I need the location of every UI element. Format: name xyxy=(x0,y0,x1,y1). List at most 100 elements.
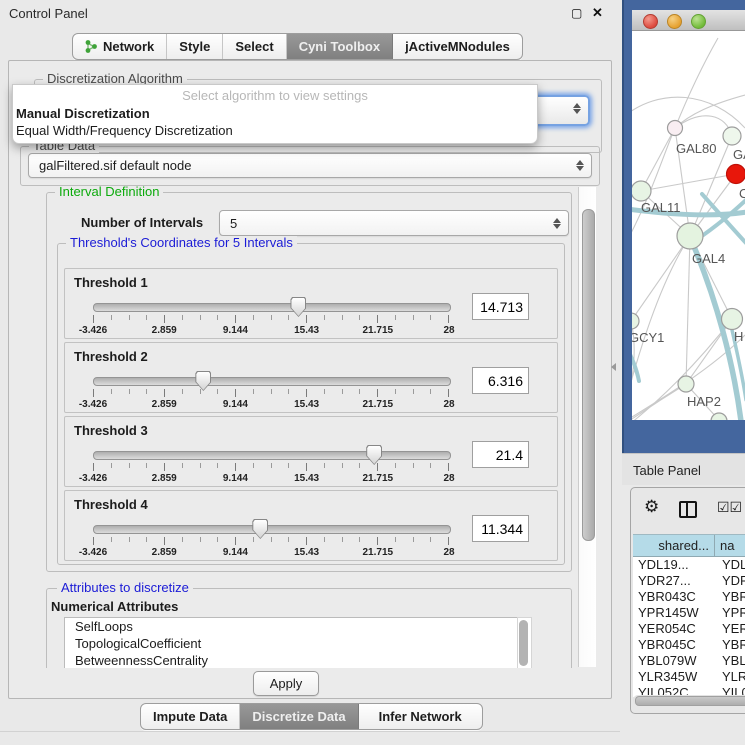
table-row[interactable]: YPR145WYPR1 xyxy=(633,605,745,621)
cell-shared-name[interactable]: YBR045C xyxy=(633,637,715,653)
attributes-list-scrollbar[interactable] xyxy=(517,617,532,668)
slider-track[interactable] xyxy=(93,303,451,312)
table-body[interactable]: YDL19...YDL1YDR27...YDR2YBR043CYBR0YPR14… xyxy=(633,557,745,697)
slider-handle[interactable] xyxy=(252,519,268,539)
tick-mark xyxy=(288,389,289,394)
cell-name[interactable]: YBR0 xyxy=(715,589,745,605)
cell-shared-name[interactable]: YER054C xyxy=(633,621,715,637)
node-hap2[interactable] xyxy=(678,376,694,392)
tab-jactivemnodules[interactable]: jActiveMNodules xyxy=(393,34,522,59)
columns-icon[interactable] xyxy=(679,501,697,518)
slider-track[interactable] xyxy=(93,451,451,460)
node-gal11[interactable] xyxy=(632,181,651,201)
axis-tick-label: -3.426 xyxy=(79,399,107,410)
cell-name[interactable]: YDR2 xyxy=(715,573,745,589)
tick-mark xyxy=(430,537,431,542)
table-horizontal-scrollbar[interactable] xyxy=(633,695,745,705)
table-row[interactable]: YLR345WYLR3 xyxy=(633,669,745,685)
numerical-attributes-list[interactable]: SelfLoopsTopologicalCoefficientBetweenne… xyxy=(64,617,518,668)
threshold-3-value-input[interactable] xyxy=(472,441,529,468)
close-icon[interactable]: ✕ xyxy=(592,5,603,21)
table-row[interactable]: YDR27...YDR2 xyxy=(633,573,745,589)
node-h[interactable] xyxy=(722,309,743,330)
node-red-selected[interactable] xyxy=(727,165,745,184)
threshold-1-slider[interactable]: -3.4262.8599.14415.4321.71528 xyxy=(93,303,449,335)
cell-name[interactable]: YER0 xyxy=(715,621,745,637)
threshold-3-slider[interactable]: -3.4262.8599.14415.4321.71528 xyxy=(93,451,449,483)
scrollbar-thumb[interactable] xyxy=(635,696,745,706)
table-row[interactable]: YBR045CYBR0 xyxy=(633,637,745,653)
panel-splitter-arrow[interactable] xyxy=(611,363,616,371)
scrollbar-thumb[interactable] xyxy=(519,620,528,666)
slider-handle[interactable] xyxy=(290,297,306,317)
threshold-1-value-input[interactable] xyxy=(472,293,529,320)
cell-shared-name[interactable]: YBL079W xyxy=(633,653,715,669)
cell-shared-name[interactable]: YDR27... xyxy=(633,573,715,589)
node-gal4[interactable] xyxy=(677,223,703,249)
tab-style[interactable]: Style xyxy=(167,34,223,59)
tab-infer-network[interactable]: Infer Network xyxy=(359,704,482,729)
axis-tick-label: 21.715 xyxy=(363,399,394,410)
column-header-shared-name[interactable]: shared... xyxy=(633,535,715,556)
gear-icon[interactable]: ⚙ xyxy=(644,497,659,517)
number-of-intervals-combobox[interactable]: 5 xyxy=(219,210,569,236)
tab-impute-data[interactable]: Impute Data xyxy=(141,704,240,729)
checkbox-icons[interactable]: ☑☑ xyxy=(717,499,742,516)
scrollbar-thumb[interactable] xyxy=(582,209,595,541)
tab-select[interactable]: Select xyxy=(223,34,286,59)
tick-mark xyxy=(217,463,218,468)
slider-handle[interactable] xyxy=(366,445,382,465)
column-header-name[interactable]: na xyxy=(715,535,745,556)
minimize-traffic-light[interactable] xyxy=(667,14,682,29)
node-gcy1[interactable] xyxy=(632,313,639,329)
table-row[interactable]: YBR043CYBR0 xyxy=(633,589,745,605)
cell-shared-name[interactable]: YPR145W xyxy=(633,605,715,621)
cell-name[interactable]: YPR1 xyxy=(715,605,745,621)
cell-name[interactable]: YBL0 xyxy=(715,653,745,669)
threshold-2-value-input[interactable] xyxy=(472,367,529,394)
attribute-list-item[interactable]: TopologicalCoefficient xyxy=(65,635,517,652)
table-row[interactable]: YDL19...YDL1 xyxy=(633,557,745,573)
table-row[interactable]: YER054CYER0 xyxy=(633,621,745,637)
table-data-combobox[interactable]: galFiltered.sif default node xyxy=(28,153,592,178)
tab-network[interactable]: Network xyxy=(73,34,167,59)
slider-track[interactable] xyxy=(93,525,451,534)
table-row[interactable]: YBL079WYBL0 xyxy=(633,653,745,669)
settings-scrollbar[interactable] xyxy=(578,187,596,667)
cell-name[interactable]: YDL1 xyxy=(715,557,745,573)
float-icon[interactable]: ▢ xyxy=(571,6,582,20)
algorithm-option-manual[interactable]: Manual Discretization xyxy=(16,106,150,121)
zoom-traffic-light[interactable] xyxy=(691,14,706,29)
tick-mark xyxy=(306,537,307,545)
threshold-4-value-input[interactable] xyxy=(472,515,529,542)
network-canvas[interactable]: GAL80 GA C GAL11 GAL4 GCY1 H HAP2 xyxy=(632,31,745,420)
network-nodes[interactable] xyxy=(632,121,745,421)
attribute-list-item[interactable]: BetweennessCentrality xyxy=(65,652,517,668)
tick-mark xyxy=(395,537,396,542)
cell-shared-name[interactable]: YDL19... xyxy=(633,557,715,573)
attribute-list-item[interactable]: SelfLoops xyxy=(65,618,517,635)
axis-tick-label: 28 xyxy=(443,473,454,484)
cell-shared-name[interactable]: YBR043C xyxy=(633,589,715,605)
tick-mark xyxy=(377,463,378,471)
close-traffic-light[interactable] xyxy=(643,14,658,29)
tab-cyni-toolbox[interactable]: Cyni Toolbox xyxy=(287,34,393,59)
slider-track[interactable] xyxy=(93,377,451,386)
cell-name[interactable]: YLR3 xyxy=(715,669,745,685)
axis-tick-label: 9.144 xyxy=(223,399,248,410)
node-pink[interactable] xyxy=(668,121,683,136)
threshold-3-title: Threshold 3 xyxy=(74,423,148,438)
tick-mark xyxy=(111,463,112,468)
slider-handle[interactable] xyxy=(195,371,211,391)
cell-shared-name[interactable]: YLR345W xyxy=(633,669,715,685)
node-label-gal80: GAL80 xyxy=(676,141,716,156)
algorithm-option-equal-width[interactable]: Equal Width/Frequency Discretization xyxy=(16,123,233,138)
threshold-2-slider[interactable]: -3.4262.8599.14415.4321.71528 xyxy=(93,377,449,409)
axis-tick-label: 9.144 xyxy=(223,473,248,484)
node-green[interactable] xyxy=(723,127,741,145)
tick-mark xyxy=(111,389,112,394)
cell-name[interactable]: YBR0 xyxy=(715,637,745,653)
threshold-4-slider[interactable]: -3.4262.8599.14415.4321.71528 xyxy=(93,525,449,557)
tab-discretize-data[interactable]: Discretize Data xyxy=(240,704,358,729)
apply-button[interactable]: Apply xyxy=(253,671,319,696)
